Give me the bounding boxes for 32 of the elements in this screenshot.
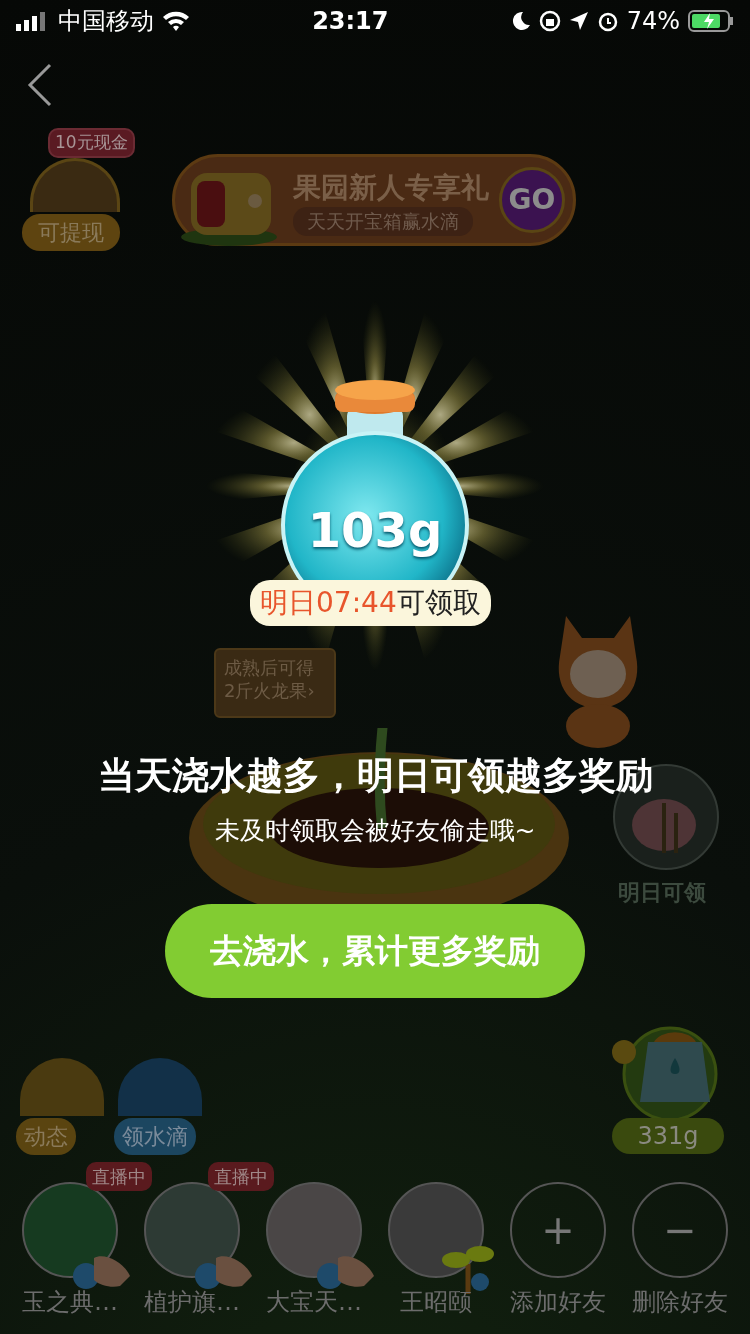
live-badge: 直播中 (86, 1162, 152, 1191)
carrier-name: 中国移动 (58, 6, 154, 37)
side-button[interactable]: 动态 (16, 1118, 76, 1155)
cash-badge: 10元现金 (48, 128, 135, 158)
friend-name: 删除好友 (631, 1287, 729, 1318)
wifi-icon (162, 10, 190, 32)
friend-name: 植护旗… (143, 1287, 241, 1318)
rotation-lock-icon (538, 10, 561, 32)
remove-friend-button[interactable]: − (632, 1182, 728, 1278)
water-amount: 331g (612, 1118, 724, 1154)
battery-icon (688, 10, 734, 32)
add-friend-button[interactable]: + (510, 1182, 606, 1278)
friend-name: 王昭颐 (399, 1287, 473, 1318)
tomorrow-label: 明日可领 (618, 879, 706, 907)
live-badge: 直播中 (208, 1162, 274, 1191)
battery-percent: 74% (626, 6, 680, 37)
location-icon (568, 11, 589, 31)
alarm-icon (596, 10, 619, 32)
popup-headline: 当天浇水越多，明日可领越多奖励 (96, 753, 654, 799)
friend-name: 大宝天… (265, 1287, 363, 1318)
back-icon[interactable] (26, 63, 54, 107)
popup-subline: 未及时领取会被好友偷走哦~ (213, 815, 537, 847)
friend-name: 添加好友 (509, 1287, 607, 1318)
status-time: 23:17 (312, 6, 389, 37)
promo-subtitle: 天天开宝箱赢水滴 (293, 207, 473, 236)
claim-time-label: 明日07:44可领取 (250, 580, 491, 626)
friend-name: 玉之典… (21, 1287, 119, 1318)
bottle-amount: 103g (306, 501, 444, 560)
side-button[interactable]: 领水滴 (114, 1118, 196, 1155)
go-button[interactable]: GO (499, 167, 565, 233)
withdraw-button[interactable]: 可提现 (22, 214, 120, 251)
moon-icon (510, 11, 531, 31)
